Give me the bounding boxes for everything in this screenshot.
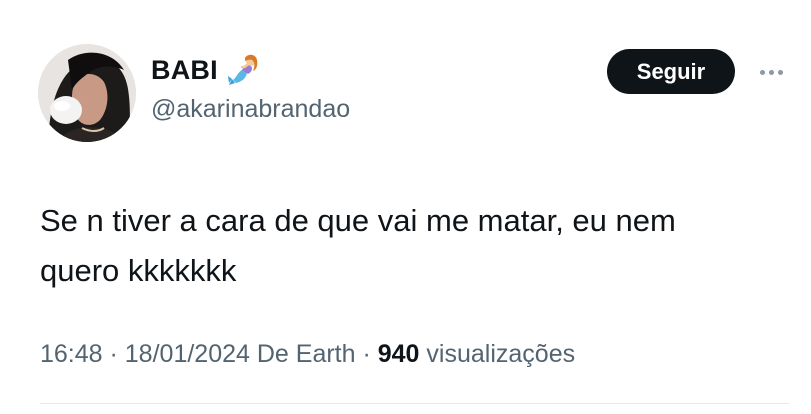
tweet-card: BABI @akarinabrandao Seguir Se n tiver a… <box>0 0 811 414</box>
mermaid-emoji-icon <box>227 54 258 85</box>
author-name-row[interactable]: BABI <box>151 52 262 88</box>
views-count: 940 <box>377 340 420 368</box>
tweet-date[interactable]: 18/01/2024 <box>125 340 250 369</box>
divider <box>40 403 789 404</box>
follow-button[interactable]: Seguir <box>607 49 735 94</box>
more-options-button[interactable] <box>753 60 789 84</box>
meta-separator: · <box>102 340 125 368</box>
tweet-time[interactable]: 16:48 <box>40 340 103 369</box>
tweet-text: Se n tiver a cara de que vai me matar, e… <box>40 203 676 288</box>
tweet-meta: 16:48 · 18/01/2024 De Earth · 940 visual… <box>40 340 575 369</box>
profile-photo <box>38 44 136 142</box>
author-handle[interactable]: @akarinabrandao <box>151 95 350 124</box>
views-label: visualizações <box>426 340 576 368</box>
more-horizontal-icon <box>759 69 783 75</box>
tweet-source: De Earth <box>256 340 356 368</box>
meta-separator: · <box>355 340 378 368</box>
avatar[interactable] <box>38 44 136 142</box>
display-name[interactable]: BABI <box>151 55 218 86</box>
